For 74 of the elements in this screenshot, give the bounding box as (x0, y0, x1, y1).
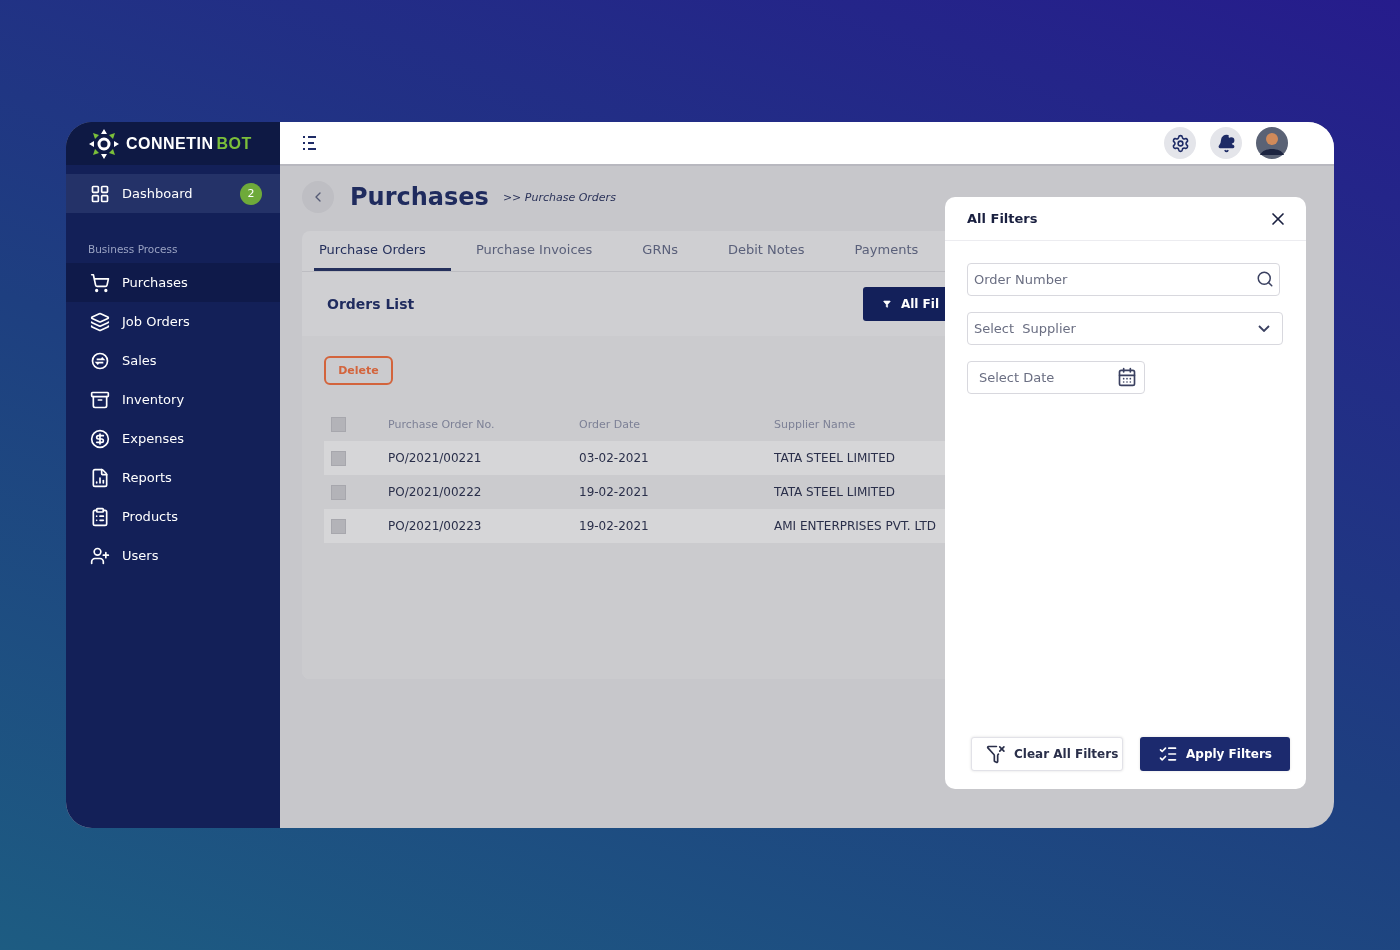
nav-icon (90, 467, 110, 488)
tab[interactable]: Debit Notes (722, 231, 830, 271)
nav-icon (90, 272, 110, 293)
avatar[interactable] (1256, 127, 1288, 159)
sidebar-item[interactable]: Sales (66, 341, 280, 380)
date-field[interactable]: Select Date (967, 361, 1145, 394)
nav-icon (90, 428, 110, 449)
table-cell: PO/2021/00221 (388, 451, 482, 465)
nav-label: Dashboard (122, 186, 193, 201)
section-label: Business Process (87, 242, 179, 257)
bell-icon (1216, 133, 1236, 153)
checkbox[interactable] (331, 484, 346, 500)
nav-icon (90, 545, 110, 566)
calendar-icon (1117, 367, 1137, 387)
nav-label: Expenses (122, 431, 184, 446)
chevron-down-icon (1258, 325, 1270, 332)
dashboard-nav-item[interactable]: Dashboard 2 (66, 174, 280, 213)
nav-icon (90, 506, 110, 527)
notifications-button[interactable] (1210, 127, 1242, 159)
column-header: Order Date (579, 417, 642, 431)
nav-icon (90, 389, 110, 410)
checkbox[interactable] (331, 518, 346, 534)
column-header: Purchase Order No. (388, 417, 496, 431)
table-cell: 19-02-2021 (579, 519, 649, 533)
settings-button[interactable] (1164, 127, 1196, 159)
tab[interactable]: Purchase Orders (314, 231, 451, 271)
sidebar-item[interactable]: Products (66, 497, 280, 536)
filters-button[interactable]: All Fil (863, 287, 945, 321)
nav-label: Products (122, 509, 179, 524)
menu-icon[interactable] (302, 135, 318, 151)
tab[interactable]: Payments (849, 231, 944, 271)
sidebar-item[interactable]: Reports (66, 458, 280, 497)
column-header: Supplier Name (774, 417, 857, 431)
tab[interactable]: GRNs (637, 231, 703, 271)
nav-label: Reports (122, 470, 172, 485)
panel-title: All Filters (967, 211, 1038, 226)
logo-icon (88, 127, 120, 160)
table-cell: TATA STEEL LIMITED (774, 485, 895, 499)
table-cell: TATA STEEL LIMITED (774, 451, 895, 465)
table-cell: AMI ENTERPRISES PVT. LTD (774, 519, 937, 533)
sidebar-item[interactable]: Purchases (66, 263, 280, 302)
page-title: Purchases (350, 183, 489, 211)
table-cell: 19-02-2021 (579, 485, 649, 499)
sidebar-item[interactable]: Job Orders (66, 302, 280, 341)
sidebar-item[interactable]: Inventory (66, 380, 280, 419)
clear-button[interactable]: Clear All Filters (971, 737, 1123, 771)
funnel-x-icon (986, 744, 1006, 764)
sidebar-item[interactable]: Expenses (66, 419, 280, 458)
list-check-icon (1158, 744, 1178, 764)
grid-icon (90, 183, 110, 204)
apply-button[interactable]: Apply Filters (1140, 737, 1290, 771)
nav-label: Users (122, 548, 159, 563)
order-number-field[interactable]: Order Number (967, 263, 1280, 296)
supplier-select[interactable]: Select Supplier (967, 312, 1283, 345)
gear-icon (1170, 133, 1190, 153)
checkbox[interactable] (331, 450, 346, 466)
nav-label: Purchases (122, 275, 188, 290)
tab[interactable]: Purchase Invoices (470, 231, 618, 271)
card-title: Orders List (327, 296, 415, 312)
logo-text: CONNETIN (126, 134, 214, 153)
table-cell: PO/2021/00222 (388, 485, 482, 499)
table-cell: 03-02-2021 (579, 451, 649, 465)
sidebar-item[interactable]: Users (66, 536, 280, 575)
nav-label: Job Orders (122, 314, 190, 329)
table-cell: PO/2021/00223 (388, 519, 482, 533)
count-badge: 2 (240, 182, 262, 205)
nav-label: Inventory (122, 392, 185, 407)
checkbox[interactable] (331, 416, 346, 432)
exchange-circle-icon (90, 350, 110, 371)
breadcrumb[interactable]: >> Purchase Orders (502, 190, 616, 204)
nav-label: Sales (122, 353, 157, 368)
nav-icon (90, 311, 110, 332)
search-icon (1256, 270, 1274, 288)
logo-accent-text: BOT (216, 134, 252, 153)
